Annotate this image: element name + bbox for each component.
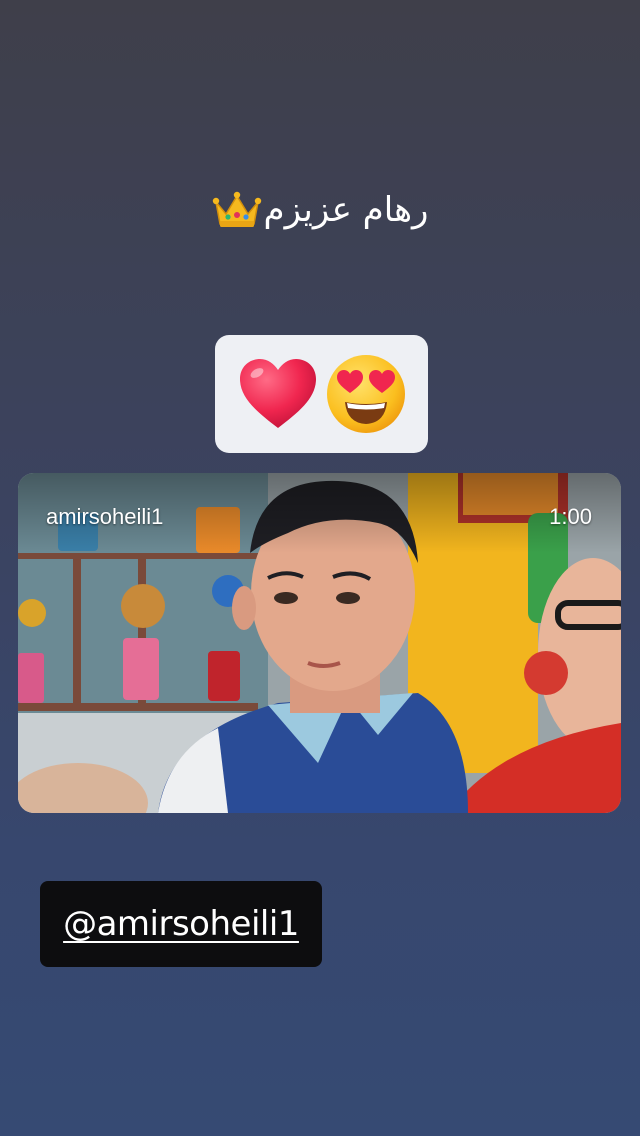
story-caption[interactable]: رهام عزیزم — [0, 180, 640, 240]
video-post-card[interactable]: amirsoheili1 1:00 — [18, 473, 621, 813]
mention-text[interactable]: @amirsoheili1 — [63, 904, 299, 944]
caption-text: رهام عزیزم — [263, 190, 429, 230]
crown-icon — [212, 190, 262, 230]
heart-eyes-icon — [325, 353, 407, 435]
emoji-sticker[interactable] — [215, 335, 428, 453]
video-username[interactable]: amirsoheili1 — [46, 504, 163, 530]
video-duration: 1:00 — [549, 504, 592, 529]
mention-sticker[interactable]: @amirsoheili1 — [40, 881, 322, 967]
red-heart-icon — [237, 356, 319, 432]
